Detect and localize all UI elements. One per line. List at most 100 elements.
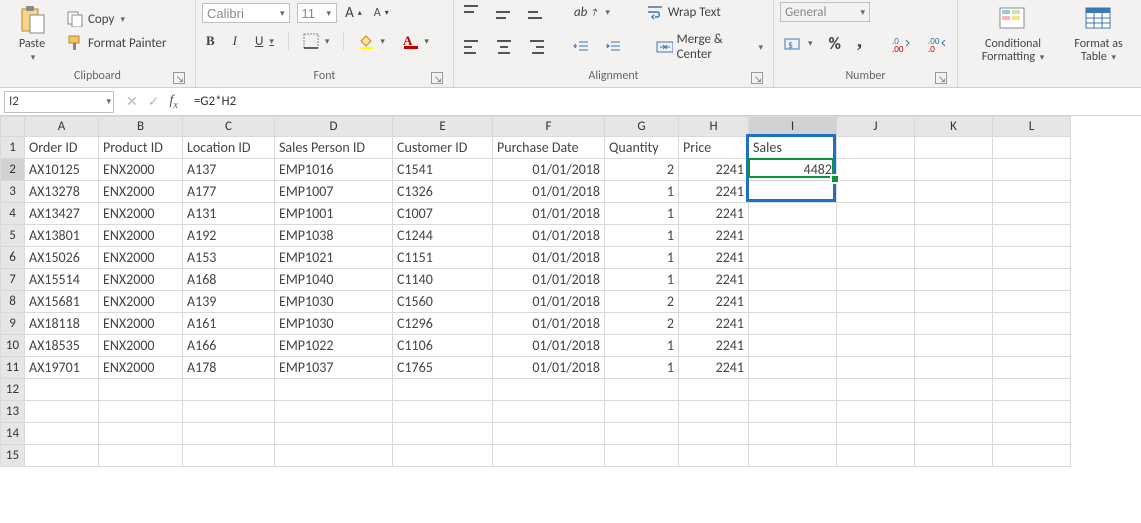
cell-E7[interactable]: C1140 xyxy=(393,269,493,291)
col-header-F[interactable]: F xyxy=(493,117,605,137)
cell-C6[interactable]: A153 xyxy=(183,247,275,269)
cell-F7[interactable]: 01/01/2018 xyxy=(493,269,605,291)
row-header-12[interactable]: 12 xyxy=(1,379,25,401)
cell-G15[interactable] xyxy=(605,445,679,467)
cell-C11[interactable]: A178 xyxy=(183,357,275,379)
cell-E4[interactable]: C1007 xyxy=(393,203,493,225)
cell-E2[interactable]: C1541 xyxy=(393,159,493,181)
cell-I10[interactable] xyxy=(749,335,837,357)
orientation-button[interactable]: ab↗▾ xyxy=(570,3,614,22)
cell-A9[interactable]: AX18118 xyxy=(25,313,99,335)
row-header-2[interactable]: 2 xyxy=(1,159,25,181)
cell-L3[interactable] xyxy=(993,181,1071,203)
cell-F8[interactable]: 01/01/2018 xyxy=(493,291,605,313)
select-all-cell[interactable] xyxy=(1,117,25,137)
cell-A13[interactable] xyxy=(25,401,99,423)
col-header-E[interactable]: E xyxy=(393,117,493,137)
cell-K3[interactable] xyxy=(915,181,993,203)
cell-B10[interactable]: ENX2000 xyxy=(99,335,183,357)
cell-A12[interactable] xyxy=(25,379,99,401)
cell-A6[interactable]: AX15026 xyxy=(25,247,99,269)
cell-J6[interactable] xyxy=(837,247,915,269)
row-header-5[interactable]: 5 xyxy=(1,225,25,247)
cell-H11[interactable]: 2241 xyxy=(679,357,749,379)
col-header-A[interactable]: A xyxy=(25,117,99,137)
row-header-14[interactable]: 14 xyxy=(1,423,25,445)
cell-J4[interactable] xyxy=(837,203,915,225)
cell-F4[interactable]: 01/01/2018 xyxy=(493,203,605,225)
cell-K1[interactable] xyxy=(915,137,993,159)
cell-F15[interactable] xyxy=(493,445,605,467)
cell-B4[interactable]: ENX2000 xyxy=(99,203,183,225)
cell-D7[interactable]: EMP1040 xyxy=(275,269,393,291)
cell-L12[interactable] xyxy=(993,379,1071,401)
cell-H12[interactable] xyxy=(679,379,749,401)
cell-A1[interactable]: Order ID xyxy=(25,137,99,159)
cell-D1[interactable]: Sales Person ID xyxy=(275,137,393,159)
alignment-launcher[interactable] xyxy=(751,72,763,84)
cell-L4[interactable] xyxy=(993,203,1071,225)
fill-color-button[interactable]: ▾ xyxy=(354,31,389,51)
cell-K9[interactable] xyxy=(915,313,993,335)
cell-L2[interactable] xyxy=(993,159,1071,181)
row-header-11[interactable]: 11 xyxy=(1,357,25,379)
cell-D11[interactable]: EMP1037 xyxy=(275,357,393,379)
cell-G3[interactable]: 1 xyxy=(605,181,679,203)
cell-C15[interactable] xyxy=(183,445,275,467)
cell-L15[interactable] xyxy=(993,445,1071,467)
cell-C5[interactable]: A192 xyxy=(183,225,275,247)
cell-G1[interactable]: Quantity xyxy=(605,137,679,159)
cell-F11[interactable]: 01/01/2018 xyxy=(493,357,605,379)
cell-J12[interactable] xyxy=(837,379,915,401)
cell-A8[interactable]: AX15681 xyxy=(25,291,99,313)
row-header-1[interactable]: 1 xyxy=(1,137,25,159)
cell-F12[interactable] xyxy=(493,379,605,401)
cell-L5[interactable] xyxy=(993,225,1071,247)
cell-B2[interactable]: ENX2000 xyxy=(99,159,183,181)
italic-button[interactable]: I xyxy=(229,31,241,51)
cell-H8[interactable]: 2241 xyxy=(679,291,749,313)
cell-H15[interactable] xyxy=(679,445,749,467)
cell-I5[interactable] xyxy=(749,225,837,247)
cell-B1[interactable]: Product ID xyxy=(99,137,183,159)
cell-J2[interactable] xyxy=(837,159,915,181)
cell-C4[interactable]: A131 xyxy=(183,203,275,225)
cell-A5[interactable]: AX13801 xyxy=(25,225,99,247)
cell-H14[interactable] xyxy=(679,423,749,445)
cell-B8[interactable]: ENX2000 xyxy=(99,291,183,313)
row-header-13[interactable]: 13 xyxy=(1,401,25,423)
cell-L8[interactable] xyxy=(993,291,1071,313)
cell-E11[interactable]: C1765 xyxy=(393,357,493,379)
row-header-8[interactable]: 8 xyxy=(1,291,25,313)
cell-H4[interactable]: 2241 xyxy=(679,203,749,225)
number-format-select[interactable]: General▾ xyxy=(780,2,870,22)
cell-K5[interactable] xyxy=(915,225,993,247)
cell-J5[interactable] xyxy=(837,225,915,247)
col-header-J[interactable]: J xyxy=(837,117,915,137)
cell-G2[interactable]: 2 xyxy=(605,159,679,181)
cell-K7[interactable] xyxy=(915,269,993,291)
align-middle-button[interactable] xyxy=(492,3,516,21)
cell-H3[interactable]: 2241 xyxy=(679,181,749,203)
cell-I3[interactable] xyxy=(749,181,837,203)
cell-D15[interactable] xyxy=(275,445,393,467)
clipboard-launcher[interactable] xyxy=(173,72,185,84)
cell-F10[interactable]: 01/01/2018 xyxy=(493,335,605,357)
col-header-G[interactable]: G xyxy=(605,117,679,137)
cell-G14[interactable] xyxy=(605,423,679,445)
cell-E9[interactable]: C1296 xyxy=(393,313,493,335)
cell-D14[interactable] xyxy=(275,423,393,445)
name-box[interactable]: I2 ▾ xyxy=(4,91,114,113)
cell-L11[interactable] xyxy=(993,357,1071,379)
copy-button[interactable]: Copy ▾ xyxy=(62,8,171,30)
cell-C2[interactable]: A137 xyxy=(183,159,275,181)
cell-H10[interactable]: 2241 xyxy=(679,335,749,357)
shrink-font-button[interactable]: A▾ xyxy=(370,4,393,22)
cell-E13[interactable] xyxy=(393,401,493,423)
grow-font-button[interactable]: A▴ xyxy=(341,2,366,24)
cell-I2[interactable]: 4482 xyxy=(749,159,837,181)
col-header-B[interactable]: B xyxy=(99,117,183,137)
wrap-text-button[interactable]: Wrap Text xyxy=(642,2,725,22)
cell-E6[interactable]: C1151 xyxy=(393,247,493,269)
cell-D4[interactable]: EMP1001 xyxy=(275,203,393,225)
